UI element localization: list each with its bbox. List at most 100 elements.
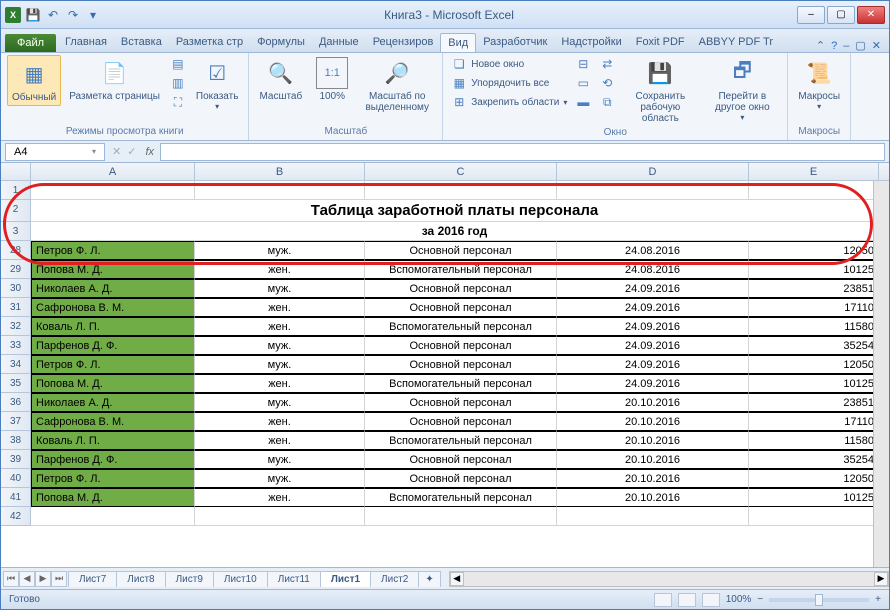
cell[interactable]: Вспомогательный персонал bbox=[365, 317, 557, 336]
row-header[interactable]: 42 bbox=[1, 507, 31, 526]
cell[interactable]: 20.10.2016 bbox=[557, 488, 749, 507]
sync-scroll-button[interactable]: ⇄ bbox=[597, 55, 617, 73]
row-header[interactable]: 33 bbox=[1, 336, 31, 355]
maximize-button[interactable]: ▢ bbox=[827, 6, 855, 24]
cell[interactable] bbox=[195, 181, 365, 200]
page-layout-view-icon[interactable] bbox=[678, 593, 696, 607]
cell[interactable]: жен. bbox=[195, 260, 365, 279]
tab-foxit pdf[interactable]: Foxit PDF bbox=[629, 33, 692, 52]
row-header[interactable]: 40 bbox=[1, 469, 31, 488]
cell[interactable]: 24.09.2016 bbox=[557, 374, 749, 393]
cell[interactable]: Основной персонал bbox=[365, 279, 557, 298]
cell[interactable]: 11580 bbox=[749, 431, 879, 450]
cell[interactable]: 17110 bbox=[749, 412, 879, 431]
row-header[interactable]: 28 bbox=[1, 241, 31, 260]
horizontal-scrollbar[interactable]: ◀ ▶ bbox=[449, 571, 889, 587]
cell[interactable]: Сафронова В. М. bbox=[31, 298, 195, 317]
tab-главная[interactable]: Главная bbox=[58, 33, 114, 52]
show-button[interactable]: ☑Показать▾ bbox=[192, 55, 243, 113]
save-workspace-button[interactable]: 💾Сохранить рабочую область bbox=[621, 55, 699, 126]
sheet-tab-Лист10[interactable]: Лист10 bbox=[213, 571, 268, 587]
cell[interactable]: 20.10.2016 bbox=[557, 469, 749, 488]
col-header-B[interactable]: B bbox=[195, 163, 365, 180]
cell[interactable]: Основной персонал bbox=[365, 241, 557, 260]
row-header[interactable]: 29 bbox=[1, 260, 31, 279]
cell[interactable]: муж. bbox=[195, 393, 365, 412]
vertical-scrollbar[interactable] bbox=[873, 181, 889, 567]
freeze-panes-button[interactable]: ⊞Закрепить области▾ bbox=[449, 93, 569, 111]
tab-abbyy pdf tr[interactable]: ABBYY PDF Tr bbox=[692, 33, 780, 52]
close-button[interactable]: ✕ bbox=[857, 6, 885, 24]
cell[interactable]: Парфенов Д. Ф. bbox=[31, 450, 195, 469]
table-title[interactable]: Таблица заработной платы персонала bbox=[31, 200, 879, 222]
save-icon[interactable]: 💾 bbox=[25, 7, 41, 23]
tab-формулы[interactable]: Формулы bbox=[250, 33, 312, 52]
row-header[interactable]: 39 bbox=[1, 450, 31, 469]
sheet-next-icon[interactable]: ▶ bbox=[35, 571, 51, 587]
compare-button[interactable]: ⧉ bbox=[597, 93, 617, 111]
cell[interactable]: жен. bbox=[195, 488, 365, 507]
cell[interactable]: 24.09.2016 bbox=[557, 279, 749, 298]
cell[interactable]: 11580 bbox=[749, 317, 879, 336]
cell[interactable]: Николаев А. Д. bbox=[31, 393, 195, 412]
cell[interactable]: Коваль Л. П. bbox=[31, 431, 195, 450]
formula-bar[interactable] bbox=[160, 143, 885, 161]
cell[interactable]: Основной персонал bbox=[365, 469, 557, 488]
cell[interactable]: Основной персонал bbox=[365, 336, 557, 355]
cell[interactable]: 10125 bbox=[749, 260, 879, 279]
tab-вид[interactable]: Вид bbox=[440, 33, 476, 52]
page-layout-button[interactable]: 📄Разметка страницы bbox=[65, 55, 164, 104]
cell[interactable]: Николаев А. Д. bbox=[31, 279, 195, 298]
cell[interactable]: 20.10.2016 bbox=[557, 431, 749, 450]
cell[interactable]: жен. bbox=[195, 298, 365, 317]
cell[interactable] bbox=[557, 181, 749, 200]
sheet-first-icon[interactable]: ⏮ bbox=[3, 571, 19, 587]
tab-надстройки[interactable]: Надстройки bbox=[554, 33, 628, 52]
cell[interactable]: Попова М. Д. bbox=[31, 260, 195, 279]
cell[interactable] bbox=[749, 507, 879, 526]
qat-dropdown-icon[interactable]: ▾ bbox=[85, 7, 101, 23]
name-box[interactable]: A4▾ bbox=[5, 143, 105, 161]
hide-button[interactable]: ▭ bbox=[573, 74, 593, 92]
cell[interactable]: 10125 bbox=[749, 488, 879, 507]
select-all-corner[interactable] bbox=[1, 163, 31, 180]
minimize-ribbon-icon[interactable]: ⌃ bbox=[816, 39, 825, 52]
pagebreak-view-icon[interactable] bbox=[702, 593, 720, 607]
cell[interactable]: 20.10.2016 bbox=[557, 412, 749, 431]
row-header[interactable]: 3 bbox=[1, 222, 31, 241]
cell[interactable]: Основной персонал bbox=[365, 393, 557, 412]
doc-restore-icon[interactable]: ▢ bbox=[855, 39, 865, 52]
arrange-all-button[interactable]: ▦Упорядочить все bbox=[449, 74, 569, 92]
pagebreak-preview-button[interactable]: ▤ bbox=[168, 55, 188, 73]
zoom-slider[interactable] bbox=[769, 598, 869, 602]
cell[interactable]: муж. bbox=[195, 450, 365, 469]
cancel-icon[interactable]: ✕ bbox=[112, 145, 121, 158]
doc-close-icon[interactable]: ✕ bbox=[872, 39, 881, 52]
cell[interactable]: 24.09.2016 bbox=[557, 336, 749, 355]
cell[interactable] bbox=[31, 507, 195, 526]
cell[interactable] bbox=[195, 507, 365, 526]
cell[interactable]: 24.09.2016 bbox=[557, 317, 749, 336]
cell[interactable]: жен. bbox=[195, 431, 365, 450]
cell[interactable]: Петров Ф. Л. bbox=[31, 241, 195, 260]
col-header-D[interactable]: D bbox=[557, 163, 749, 180]
cell[interactable] bbox=[749, 181, 879, 200]
cell[interactable]: Попова М. Д. bbox=[31, 374, 195, 393]
fx-icon[interactable]: fx bbox=[145, 146, 154, 158]
file-tab[interactable]: Файл bbox=[5, 34, 56, 52]
row-header[interactable]: 30 bbox=[1, 279, 31, 298]
cell[interactable]: 23851 bbox=[749, 393, 879, 412]
cell[interactable]: Вспомогательный персонал bbox=[365, 431, 557, 450]
undo-icon[interactable]: ↶ bbox=[45, 7, 61, 23]
normal-view-button[interactable]: ▦Обычный bbox=[7, 55, 61, 106]
tab-вставка[interactable]: Вставка bbox=[114, 33, 169, 52]
cell[interactable]: Вспомогательный персонал bbox=[365, 260, 557, 279]
cell[interactable]: муж. bbox=[195, 469, 365, 488]
cell[interactable]: жен. bbox=[195, 412, 365, 431]
redo-icon[interactable]: ↷ bbox=[65, 7, 81, 23]
cell[interactable]: 35254 bbox=[749, 336, 879, 355]
row-header[interactable]: 31 bbox=[1, 298, 31, 317]
tab-рецензиров[interactable]: Рецензиров bbox=[366, 33, 441, 52]
row-header[interactable]: 1 bbox=[1, 181, 31, 200]
sheet-tab-Лист9[interactable]: Лист9 bbox=[165, 571, 214, 587]
